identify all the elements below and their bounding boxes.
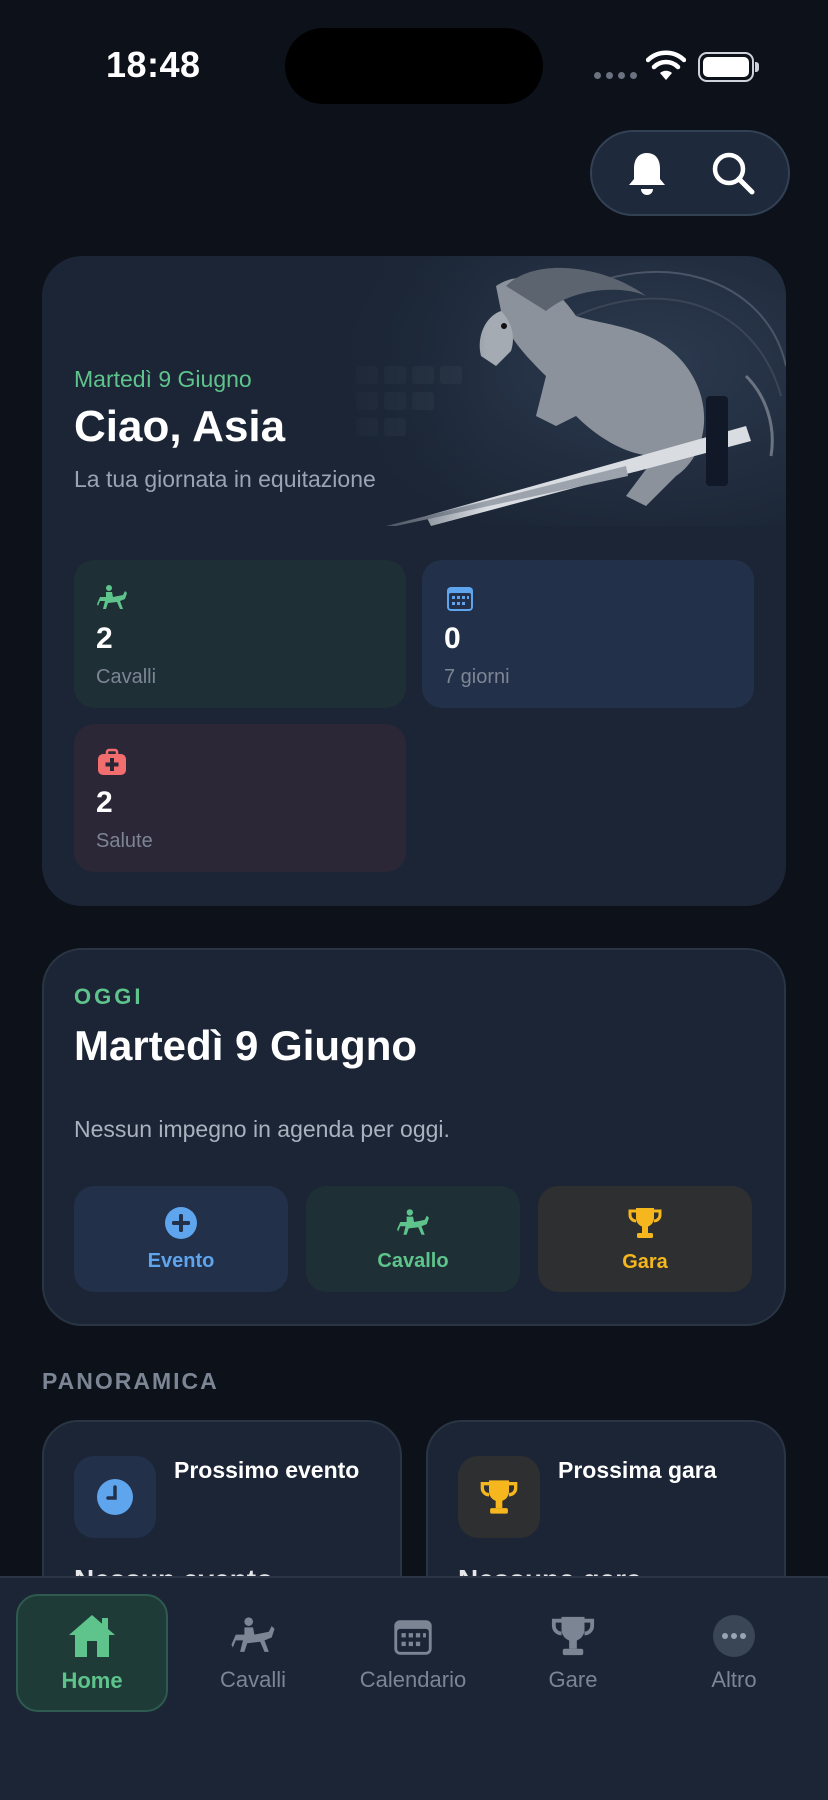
bell-icon <box>629 153 666 195</box>
today-title: Martedì 9 Giugno <box>74 1022 418 1069</box>
stat-value: 0 <box>444 622 461 655</box>
overview-card-title: Prossima gara <box>558 1457 717 1483</box>
stat-card-week[interactable]: 0 7 giorni <box>422 560 754 708</box>
notifications-button[interactable] <box>617 143 677 203</box>
battery-icon <box>698 52 759 82</box>
add-race-button[interactable]: Gara <box>538 1186 752 1292</box>
today-kicker: OGGI <box>74 984 144 1009</box>
status-time: 18:48 <box>106 44 201 85</box>
dynamic-island <box>285 28 543 104</box>
tab-horses[interactable]: Cavalli <box>177 1594 329 1712</box>
greeting-card: Martedì 9 Giugno Ciao, Asia La tua giorn… <box>42 256 786 906</box>
overview-card-title: Prossimo evento <box>174 1457 360 1483</box>
today-empty-message: Nessun impegno in agenda per oggi. <box>74 1116 450 1142</box>
search-icon <box>712 152 755 195</box>
greeting-subtitle: La tua giornata in equitazione <box>74 466 376 492</box>
horse-rider-icon <box>97 585 127 609</box>
add-event-button[interactable]: Evento <box>74 1186 288 1292</box>
section-title-overview: PANORAMICA <box>42 1368 219 1394</box>
more-icon <box>713 1615 755 1657</box>
horse-rider-icon <box>231 1617 275 1652</box>
search-button[interactable] <box>703 143 763 203</box>
stat-value: 2 <box>96 786 113 819</box>
today-card: OGGI Martedì 9 Giugno Nessun impegno in … <box>42 948 786 1326</box>
plus-circle-icon <box>165 1206 197 1239</box>
tab-label: Home <box>61 1668 123 1693</box>
stat-label: Salute <box>96 830 153 852</box>
tab-races[interactable]: Gare <box>497 1594 649 1712</box>
stat-card-health[interactable]: 2 Salute <box>74 724 406 872</box>
medical-kit-icon <box>98 748 126 775</box>
horse-jumping-illustration <box>326 256 786 526</box>
trophy-icon <box>551 1616 595 1656</box>
calendar-icon <box>447 587 473 611</box>
tab-more[interactable]: Altro <box>658 1594 810 1712</box>
tab-label: Gare <box>548 1667 598 1692</box>
tab-label: Altro <box>711 1667 757 1692</box>
stat-label: 7 giorni <box>444 666 510 688</box>
action-label: Cavallo <box>377 1249 449 1272</box>
tab-label: Calendario <box>359 1667 467 1692</box>
tab-calendar[interactable]: Calendario <box>337 1594 489 1712</box>
home-screen: 18:48 Martedì 9 Giugno Ciao, Asia La tua… <box>0 0 828 1800</box>
calendar-icon <box>394 1620 432 1655</box>
home-icon <box>69 1615 115 1657</box>
greeting-title: Ciao, Asia <box>74 402 286 451</box>
stat-value: 2 <box>96 622 113 655</box>
hero-date: Martedì 9 Giugno <box>74 366 252 392</box>
horse-rider-icon <box>397 1208 429 1235</box>
stat-label: Cavalli <box>96 666 157 688</box>
icon-tile <box>458 1456 540 1538</box>
cellular-signal-icon <box>594 72 637 79</box>
action-label: Gara <box>622 1250 668 1273</box>
tab-home[interactable]: Home <box>16 1594 168 1712</box>
action-label: Evento <box>147 1249 215 1272</box>
clock-icon <box>97 1479 133 1515</box>
trophy-icon <box>480 1480 518 1514</box>
tab-label: Cavalli <box>219 1667 287 1692</box>
trophy-icon <box>628 1207 662 1238</box>
stat-card-horses[interactable]: 2 Cavalli <box>74 560 406 708</box>
wifi-icon <box>646 50 686 80</box>
icon-tile <box>74 1456 156 1538</box>
tab-bar: Home Cavalli Calendario Gare Altro <box>0 1576 828 1800</box>
top-actions-pill <box>590 130 790 216</box>
add-horse-button[interactable]: Cavallo <box>306 1186 520 1292</box>
